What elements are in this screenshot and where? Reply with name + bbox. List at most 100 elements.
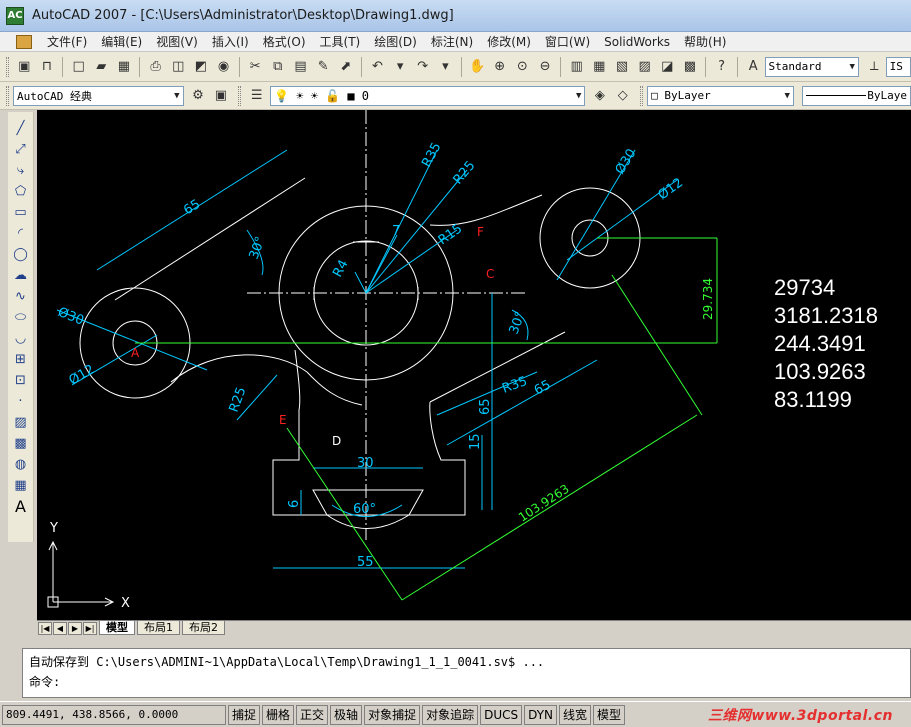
zoom-window-icon[interactable]: ⊙ xyxy=(512,56,533,77)
properties-icon[interactable]: ▥ xyxy=(566,56,587,77)
ortho-button[interactable]: 正交 xyxy=(296,704,329,725)
menu-solidworks[interactable]: SolidWorks xyxy=(597,32,677,52)
menu-window[interactable]: 窗口(W) xyxy=(538,32,597,52)
polyline-icon[interactable]: ⤷ xyxy=(11,160,31,181)
pan-icon[interactable]: ✋ xyxy=(467,56,488,77)
otrack-button[interactable]: 对象追踪 xyxy=(422,704,479,725)
sheet-set-icon[interactable]: ▨ xyxy=(634,56,655,77)
tool-palettes-icon[interactable]: ▧ xyxy=(612,56,633,77)
grid-button[interactable]: 栅格 xyxy=(262,704,295,725)
toolbar-grip[interactable] xyxy=(6,85,9,106)
calculator-icon[interactable]: ▩ xyxy=(680,56,701,77)
make-block-icon[interactable]: ⊡ xyxy=(11,370,31,391)
tab-model[interactable]: 模型 xyxy=(99,621,135,635)
prev-tab-icon[interactable]: ◀ xyxy=(53,621,67,635)
print-preview-icon[interactable]: ◫ xyxy=(168,56,189,77)
ducs-button[interactable]: DUCS xyxy=(480,704,523,725)
ellipse-arc-icon[interactable]: ◡ xyxy=(11,328,31,349)
multiline-text-icon[interactable]: A xyxy=(11,496,31,517)
redo-dropdown-icon[interactable]: ▾ xyxy=(435,56,456,77)
rectangle-icon[interactable]: ▭ xyxy=(11,202,31,223)
save-workspace-icon[interactable]: ▣ xyxy=(210,85,231,106)
gradient-icon[interactable]: ▩ xyxy=(11,433,31,454)
drawing-canvas[interactable]: 65 30° R35 R25 R15 7 R4 Ø30 Ø12 Ø30 Ø12 … xyxy=(37,110,911,620)
circle-icon[interactable]: ◯ xyxy=(11,244,31,265)
publish-icon[interactable]: ◩ xyxy=(191,56,212,77)
linetype-select[interactable]: ByLaye xyxy=(801,85,911,106)
tab-layout1[interactable]: 布局1 xyxy=(137,621,180,635)
ucs-icon[interactable]: ⊓ xyxy=(37,56,58,77)
table-icon[interactable]: ▦ xyxy=(11,475,31,496)
layer-manager-icon[interactable]: ☰ xyxy=(246,85,267,106)
coordinate-readout[interactable]: 809.4491, 438.8566, 0.0000 xyxy=(2,704,226,725)
toolbar-grip[interactable] xyxy=(6,56,9,77)
zoom-previous-icon[interactable]: ⊖ xyxy=(535,56,556,77)
menu-format[interactable]: 格式(O) xyxy=(256,32,313,52)
construction-line-icon[interactable]: ⤢ xyxy=(11,139,31,160)
open-folder-icon[interactable]: ▰ xyxy=(91,56,112,77)
block-editor-icon[interactable]: ⬈ xyxy=(335,56,356,77)
command-window[interactable]: 自动保存到 C:\Users\ADMINI~1\AppData\Local\Te… xyxy=(22,648,911,698)
autocad-app-icon[interactable]: AC xyxy=(6,6,24,25)
next-tab-icon[interactable]: ▶ xyxy=(68,621,82,635)
new-file-icon[interactable]: □ xyxy=(68,56,89,77)
markup-icon[interactable]: ◪ xyxy=(657,56,678,77)
3d-box-icon[interactable]: ▣ xyxy=(14,56,35,77)
last-tab-icon[interactable]: ▶| xyxy=(83,621,97,635)
line-icon[interactable]: ╱ xyxy=(11,118,31,139)
menu-dimension[interactable]: 标注(N) xyxy=(424,32,480,52)
tab-layout2[interactable]: 布局2 xyxy=(182,621,225,635)
redo-icon[interactable]: ↷ xyxy=(412,56,433,77)
layer-previous-icon[interactable]: ◇ xyxy=(612,85,633,106)
spline-icon[interactable]: ∿ xyxy=(11,286,31,307)
undo-dropdown-icon[interactable]: ▾ xyxy=(390,56,411,77)
command-prompt[interactable]: 命令: xyxy=(29,672,904,692)
cut-icon[interactable]: ✂ xyxy=(245,56,266,77)
point-icon[interactable]: · xyxy=(11,391,31,412)
polygon-icon[interactable]: ⬠ xyxy=(11,181,31,202)
osnap-button[interactable]: 对象捕捉 xyxy=(364,704,421,725)
dyn-button[interactable]: DYN xyxy=(524,704,558,725)
model-button[interactable]: 模型 xyxy=(593,704,626,725)
print-icon[interactable]: ⎙ xyxy=(145,56,166,77)
menu-view[interactable]: 视图(V) xyxy=(149,32,205,52)
menu-insert[interactable]: 插入(I) xyxy=(205,32,256,52)
document-icon[interactable] xyxy=(16,34,32,49)
layer-select[interactable]: 💡 ☀ ☀ 🔓 ■ 0 ▼ xyxy=(270,85,586,106)
workspace-select[interactable]: AutoCAD 经典 ▼ xyxy=(12,85,184,106)
region-icon[interactable]: ◍ xyxy=(11,454,31,475)
help-icon[interactable]: ? xyxy=(711,56,732,77)
lineweight-button[interactable]: 线宽 xyxy=(559,704,592,725)
hatch-icon[interactable]: ▨ xyxy=(11,412,31,433)
dim-style-select[interactable]: IS xyxy=(885,56,911,77)
first-tab-icon[interactable]: |◀ xyxy=(38,621,52,635)
copy-icon[interactable]: ⧉ xyxy=(268,56,289,77)
menu-draw[interactable]: 绘图(D) xyxy=(367,32,424,52)
workspace-settings-icon[interactable]: ⚙ xyxy=(188,85,209,106)
snap-button[interactable]: 捕捉 xyxy=(228,704,261,725)
match-properties-icon[interactable]: ✎ xyxy=(313,56,334,77)
save-icon[interactable]: ▦ xyxy=(114,56,135,77)
menu-modify[interactable]: 修改(M) xyxy=(480,32,538,52)
3d-dwf-icon[interactable]: ◉ xyxy=(213,56,234,77)
undo-icon[interactable]: ↶ xyxy=(367,56,388,77)
design-center-icon[interactable]: ▦ xyxy=(589,56,610,77)
toolbar-grip[interactable] xyxy=(640,85,644,106)
menu-tools[interactable]: 工具(T) xyxy=(313,32,368,52)
menu-help[interactable]: 帮助(H) xyxy=(677,32,733,52)
paste-icon[interactable]: ▤ xyxy=(290,56,311,77)
toolbar-grip[interactable] xyxy=(238,85,242,106)
text-style-icon[interactable]: A xyxy=(743,56,764,77)
zoom-realtime-icon[interactable]: ⊕ xyxy=(489,56,510,77)
ellipse-icon[interactable]: ⬭ xyxy=(11,307,31,328)
make-layer-current-icon[interactable]: ◈ xyxy=(589,85,610,106)
menu-edit[interactable]: 编辑(E) xyxy=(94,32,149,52)
color-select[interactable]: □ ByLayer ▼ xyxy=(647,85,794,106)
dim-style-icon[interactable]: ⟂ xyxy=(864,56,885,77)
insert-block-icon[interactable]: ⊞ xyxy=(11,349,31,370)
revision-cloud-icon[interactable]: ☁ xyxy=(11,265,31,286)
arc-icon[interactable]: ◜ xyxy=(11,223,31,244)
polar-button[interactable]: 极轴 xyxy=(330,704,363,725)
menu-file[interactable]: 文件(F) xyxy=(40,32,94,52)
text-style-select[interactable]: Standard ▼ xyxy=(764,56,859,77)
